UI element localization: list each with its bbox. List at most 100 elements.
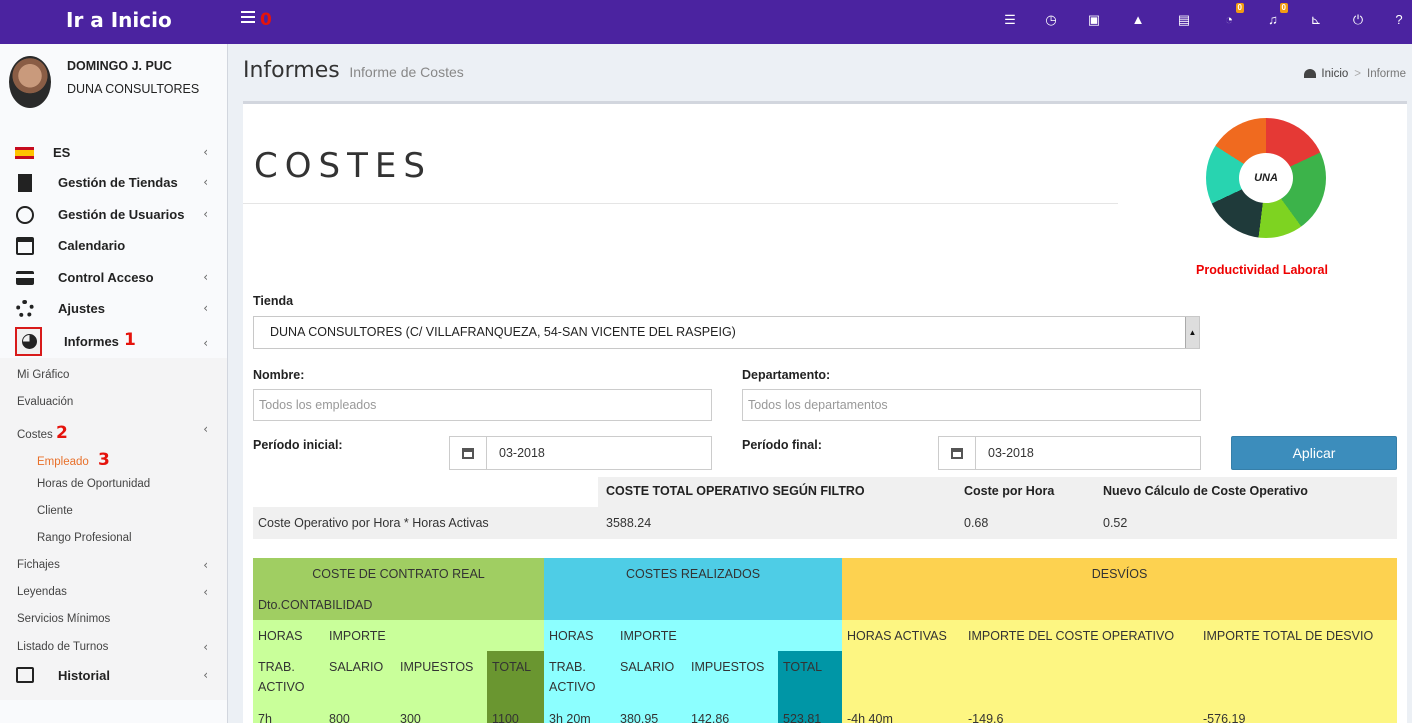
avatar bbox=[9, 56, 51, 108]
summary-header-coste-hora: Coste por Hora bbox=[964, 484, 1055, 498]
clock-icon[interactable]: ◷ bbox=[1043, 12, 1059, 28]
sidebar-subitem-cliente[interactable]: Cliente bbox=[37, 505, 73, 517]
cart-icon-glyph: ⊾ bbox=[1310, 12, 1322, 27]
sidebar-item-control-acceso[interactable]: Control Acceso ‹ bbox=[0, 262, 227, 292]
page-subtitle: Informe de Costes bbox=[349, 64, 464, 80]
comments-icon[interactable]: ◔ 0 bbox=[1221, 3, 1244, 28]
periodo-inicial-label: Período inicial: bbox=[253, 438, 343, 452]
step-annotation-0: 0 bbox=[260, 10, 272, 30]
sidebar-subitem-fichajes[interactable]: Fichajes bbox=[17, 559, 60, 571]
sidebar-item-label: Ajustes bbox=[58, 301, 105, 316]
sidebar-item-tiendas[interactable]: Gestión de Tiendas ‹ bbox=[0, 167, 227, 197]
sidebar-item-label: Historial bbox=[58, 668, 111, 683]
content-header: Informes Informe de Costes bbox=[243, 58, 464, 83]
chevron-left-icon: ‹ bbox=[203, 175, 208, 189]
home-link[interactable]: Ir a Inicio bbox=[0, 0, 228, 44]
logo-caption: Productividad Laboral bbox=[1196, 263, 1328, 277]
company-logo: UNA bbox=[1206, 118, 1326, 238]
nombre-label: Nombre: bbox=[253, 368, 305, 382]
help-icon[interactable]: ? bbox=[1391, 12, 1407, 28]
sidebar-subitem-evaluacion[interactable]: Evaluación bbox=[17, 396, 73, 408]
step-annotation-3: 3 bbox=[98, 450, 110, 470]
sidebar-subitem-empleado[interactable]: Empleado 3 bbox=[37, 450, 110, 470]
language-label: ES bbox=[53, 145, 71, 160]
periodo-final-calendar-button[interactable] bbox=[938, 436, 976, 470]
tienda-label: Tienda bbox=[253, 294, 294, 308]
sidebar-subitem-horas-oportunidad[interactable]: Horas de Oportunidad bbox=[37, 478, 150, 490]
group-header-contrato-label: COSTE DE CONTRATO REAL bbox=[312, 567, 485, 581]
calendar-check-icon[interactable]: ▣ bbox=[1086, 12, 1102, 28]
col-importe-2: IMPORTE bbox=[620, 629, 677, 643]
sidebar-item-ajustes[interactable]: Ajustes ‹ bbox=[0, 293, 227, 323]
summary-header-nuevo-calculo: Nuevo Cálculo de Coste Operativo bbox=[1103, 484, 1308, 498]
sidebar-subitem-mi-grafico[interactable]: Mi Gráfico bbox=[17, 369, 69, 381]
department-label: Dto.CONTABILIDAD bbox=[258, 598, 373, 612]
chevron-left-icon: ‹ bbox=[203, 558, 208, 572]
chevron-left-icon: ‹ bbox=[203, 422, 208, 436]
col-salario-2: SALARIO bbox=[620, 660, 675, 674]
newspaper-icon-glyph: ▤ bbox=[1177, 12, 1191, 27]
sidebar-item-historial[interactable]: Historial ‹ bbox=[0, 660, 227, 690]
col-importe-coste-operativo: IMPORTE DEL COSTE OPERATIVO bbox=[968, 629, 1175, 643]
col-horas-1: HORAS bbox=[258, 629, 303, 643]
bell-icon[interactable]: ♫ 0 bbox=[1265, 3, 1288, 28]
col-trab-1: TRAB. bbox=[258, 660, 295, 674]
sidebar-toggle-icon[interactable] bbox=[241, 11, 255, 25]
group-header-realizados-label: COSTES REALIZADOS bbox=[625, 567, 761, 581]
clock-icon-glyph: ◷ bbox=[1045, 12, 1057, 27]
sidebar-subitem-costes[interactable]: Costes 2 bbox=[17, 423, 68, 443]
dept-row-desvios bbox=[842, 589, 1397, 620]
chevron-left-icon: ‹ bbox=[203, 270, 208, 284]
periodo-inicial-input[interactable]: 03-2018 bbox=[486, 436, 712, 470]
nombre-input[interactable]: Todos los empleados bbox=[253, 389, 712, 421]
credit-card-icon bbox=[16, 271, 34, 285]
tienda-select[interactable]: DUNA CONSULTORES (C/ VILLAFRANQUEZA, 54-… bbox=[253, 316, 1200, 349]
periodo-final-label: Período final: bbox=[742, 438, 822, 452]
user-name: DOMINGO J. PUC bbox=[67, 59, 172, 73]
col-horas-activas: HORAS ACTIVAS bbox=[847, 629, 947, 643]
breadcrumb-separator: > bbox=[1354, 68, 1361, 80]
chevron-left-icon: ‹ bbox=[203, 640, 208, 654]
summary-row-label: Coste Operativo por Hora * Horas Activas bbox=[258, 516, 489, 530]
tienda-selected-value: DUNA CONSULTORES (C/ VILLAFRANQUEZA, 54-… bbox=[270, 325, 736, 339]
sidebar-item-usuarios[interactable]: Gestión de Usuarios ‹ bbox=[0, 199, 227, 229]
sidebar-subitem-listado-turnos[interactable]: Listado de Turnos bbox=[17, 641, 108, 653]
sidebar-item-label: Gestión de Usuarios bbox=[58, 207, 185, 222]
calendar-icon bbox=[462, 448, 474, 459]
departamento-input[interactable]: Todos los departamentos bbox=[742, 389, 1201, 421]
col-impuestos-2: IMPUESTOS bbox=[691, 660, 765, 674]
summary-table: COSTE TOTAL OPERATIVO SEGÚN FILTRO Coste… bbox=[253, 477, 1397, 539]
road-icon-glyph: ▲ bbox=[1131, 12, 1145, 27]
periodo-final-input[interactable]: 03-2018 bbox=[975, 436, 1201, 470]
pie-chart-icon bbox=[15, 327, 42, 356]
sidebar-subitem-servicios-minimos[interactable]: Servicios Mínimos bbox=[17, 613, 110, 625]
sidebar: DOMINGO J. PUC DUNA CONSULTORES ES ‹ Ges… bbox=[0, 44, 228, 723]
periodo-inicial-calendar-button[interactable] bbox=[449, 436, 487, 470]
gear-icon bbox=[16, 300, 34, 318]
col-importe-total-desvio: IMPORTE TOTAL DE DESVIO bbox=[1203, 629, 1374, 643]
smiley-icon bbox=[16, 206, 34, 224]
col-activo-2: ACTIVO bbox=[549, 680, 596, 694]
summary-coste-hora-value: 0.68 bbox=[964, 516, 989, 530]
chevron-left-icon: ‹ bbox=[203, 336, 208, 350]
list-icon[interactable]: ☰ bbox=[1002, 12, 1018, 28]
summary-coste-total-value: 3588.24 bbox=[606, 516, 652, 530]
power-icon[interactable]: ⏻ bbox=[1350, 12, 1366, 28]
language-selector[interactable]: ES ‹ bbox=[0, 137, 227, 167]
col-salario-1: SALARIO bbox=[329, 660, 384, 674]
newspaper-icon[interactable]: ▤ bbox=[1176, 12, 1192, 28]
cart-icon[interactable]: ⊾ bbox=[1308, 12, 1324, 28]
divider bbox=[243, 203, 1118, 204]
sidebar-subitem-rango-profesional[interactable]: Rango Profesional bbox=[37, 532, 132, 544]
col-horas-2: HORAS bbox=[549, 629, 594, 643]
sidebar-item-label: Control Acceso bbox=[58, 270, 154, 285]
road-icon[interactable]: ▲ bbox=[1130, 12, 1146, 28]
sidebar-subitem-leyendas[interactable]: Leyendas bbox=[17, 586, 67, 598]
cell-total-2: 523.81 bbox=[783, 712, 822, 723]
page-title: Informes bbox=[243, 58, 340, 83]
breadcrumb-home[interactable]: Inicio bbox=[1321, 68, 1348, 80]
apply-button[interactable]: Aplicar bbox=[1231, 436, 1397, 470]
sidebar-item-calendario[interactable]: Calendario bbox=[0, 230, 227, 260]
calendar-check-icon-glyph: ▣ bbox=[1087, 12, 1101, 27]
cell-horas-1: 7h bbox=[258, 712, 272, 723]
